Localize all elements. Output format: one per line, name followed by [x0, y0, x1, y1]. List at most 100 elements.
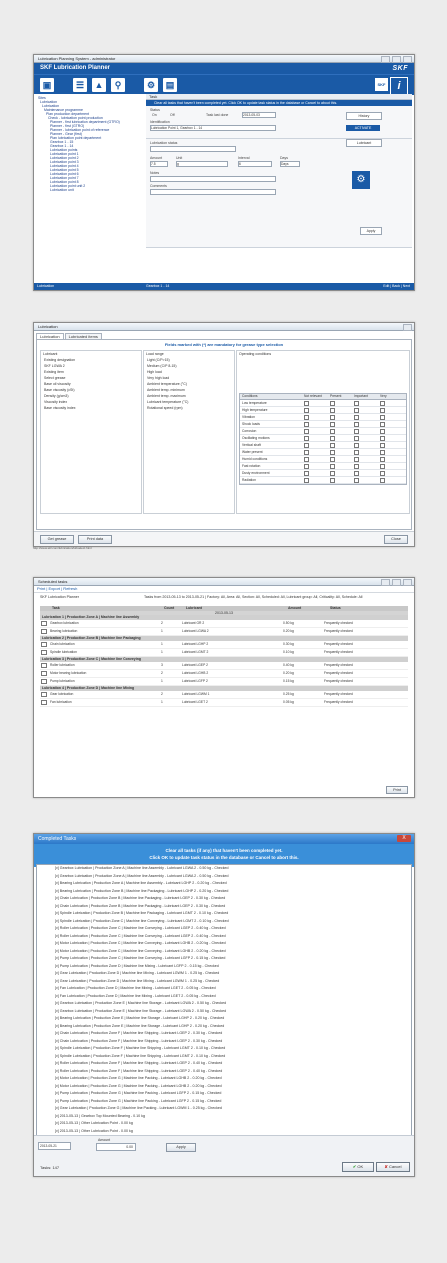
condition-checkbox[interactable]: [354, 442, 359, 448]
condition-checkbox[interactable]: [354, 435, 359, 441]
completed-task-line[interactable]: [v] Fan Lubrication | Production Zone D …: [37, 985, 411, 993]
condition-checkbox[interactable]: [304, 407, 309, 413]
condition-checkbox[interactable]: [380, 477, 385, 483]
condition-checkbox[interactable]: [380, 428, 385, 434]
completed-task-line[interactable]: [v] Bearing Lubrication | Production Zon…: [37, 888, 411, 896]
row-checkbox[interactable]: [41, 620, 47, 626]
completed-task-line[interactable]: [v] Bearing Lubrication | Production Zon…: [37, 1015, 411, 1023]
completed-task-line[interactable]: [v] Motor Lubrication | Production Zone …: [37, 948, 411, 956]
activate-button[interactable]: ACTIVATE: [346, 125, 380, 131]
completed-task-line[interactable]: [v] Chain Lubrication | Production Zone …: [37, 895, 411, 903]
completed-task-line[interactable]: [v] Motor Lubrication | Production Zone …: [37, 1075, 411, 1083]
condition-checkbox[interactable]: [380, 421, 385, 427]
row-checkbox[interactable]: [41, 628, 47, 634]
apply-button[interactable]: Apply: [166, 1143, 196, 1152]
completed-task-line[interactable]: [v] Roller Lubrication | Production Zone…: [37, 925, 411, 933]
completed-task-line[interactable]: [v] Motor Lubrication | Production Zone …: [37, 940, 411, 948]
list-icon[interactable]: ▤: [163, 78, 177, 92]
condition-checkbox[interactable]: [354, 421, 359, 427]
status-off-radio[interactable]: Off: [170, 113, 175, 117]
report-row[interactable]: Bearing lubrication 1 Lubricant LGWA 2 0.20…: [40, 628, 408, 636]
lubricant-row[interactable]: Base viscosity index: [41, 405, 141, 411]
condition-checkbox[interactable]: [354, 463, 359, 469]
site-tree[interactable]: Sites Lubrication Lubrication Maintenance p…: [34, 94, 147, 283]
days-field[interactable]: Days: [280, 161, 300, 167]
completed-task-line[interactable]: [v] Pump Lubrication | Production Zone C…: [37, 955, 411, 963]
report-row[interactable]: Spindle lubrication 1 Lubricant LGMT 2 0.10…: [40, 649, 408, 657]
maximize-button[interactable]: [392, 56, 401, 63]
date-field[interactable]: 2013-05-21: [38, 1142, 71, 1150]
condition-checkbox[interactable]: [330, 470, 335, 476]
report-row[interactable]: Roller lubrication 3 Lubricant LGEP 2 0.40 …: [40, 662, 408, 670]
get-grease-button[interactable]: Get grease: [40, 535, 74, 544]
completed-task-line[interactable]: [v] Fan Lubrication | Production Zone D …: [37, 993, 411, 1001]
cancel-button[interactable]: ✘ Cancel: [376, 1162, 410, 1172]
condition-checkbox[interactable]: [304, 449, 309, 455]
completed-task-line[interactable]: [v] 2013-05-13 | Gearbox Top Mounted Bea…: [37, 1113, 411, 1121]
condition-checkbox[interactable]: [330, 477, 335, 483]
completed-task-list[interactable]: [v] Gearbox Lubrication | Production Zon…: [36, 864, 412, 1138]
completed-task-line[interactable]: [v] Chain Lubrication | Production Zone …: [37, 1030, 411, 1038]
interval-field[interactable]: 6: [238, 161, 272, 167]
unit-field[interactable]: g: [176, 161, 228, 167]
apply-button[interactable]: Apply: [360, 227, 382, 235]
completed-task-line[interactable]: [v] Chain Lubrication | Production Zone …: [37, 903, 411, 911]
pin-icon[interactable]: ▲: [92, 78, 106, 92]
status-on-radio[interactable]: On: [152, 113, 157, 117]
task-last-done-field[interactable]: 2013-05-03: [242, 112, 276, 118]
completed-task-line[interactable]: [v] Gear Lubrication | Production Zone G…: [37, 1105, 411, 1113]
completed-task-line[interactable]: [v] Gear Lubrication | Production Zone D…: [37, 978, 411, 986]
load-row[interactable]: Rotational speed (rpm): [144, 405, 234, 411]
condition-checkbox[interactable]: [304, 463, 309, 469]
condition-checkbox[interactable]: [304, 477, 309, 483]
condition-checkbox[interactable]: [354, 400, 359, 406]
completed-task-line[interactable]: [v] Spindle Lubrication | Production Zon…: [37, 918, 411, 926]
lubricant-button[interactable]: Lubricant: [346, 139, 382, 147]
completed-task-line[interactable]: [v] Spindle Lubrication | Production Zon…: [37, 1053, 411, 1061]
condition-checkbox[interactable]: [304, 428, 309, 434]
completed-task-line[interactable]: [v] Bearing Lubrication | Production Zon…: [37, 880, 411, 888]
completed-task-line[interactable]: [v] Gearbox Lubrication | Production Zon…: [37, 873, 411, 881]
condition-checkbox[interactable]: [380, 470, 385, 476]
identification-field[interactable]: Lubrication Point 1, Gearbox 1 - 14: [150, 125, 276, 131]
row-checkbox[interactable]: [41, 662, 47, 668]
condition-checkbox[interactable]: [304, 442, 309, 448]
settings-icon[interactable]: ⚙: [144, 78, 158, 92]
completed-task-line[interactable]: [v] Gearbox Lubrication | Production Zon…: [37, 1000, 411, 1008]
condition-checkbox[interactable]: [304, 421, 309, 427]
row-checkbox[interactable]: [41, 641, 47, 647]
completed-task-line[interactable]: [v] Chain Lubrication | Production Zone …: [37, 1038, 411, 1046]
lubrication-status-field[interactable]: [150, 146, 236, 152]
report-toolbar[interactable]: Print | Export | Refresh: [34, 586, 414, 593]
condition-checkbox[interactable]: [304, 435, 309, 441]
condition-checkbox[interactable]: [380, 456, 385, 462]
completed-task-line[interactable]: [v] Pump Lubrication | Production Zone G…: [37, 1090, 411, 1098]
condition-checkbox[interactable]: [380, 414, 385, 420]
completed-task-line[interactable]: [v] 2013-05-13 | Other Lubrication Point…: [37, 1120, 411, 1128]
minimize-button[interactable]: [381, 579, 390, 586]
completed-task-line[interactable]: [v] Roller Lubrication | Production Zone…: [37, 933, 411, 941]
condition-checkbox[interactable]: [330, 456, 335, 462]
condition-checkbox[interactable]: [354, 428, 359, 434]
condition-checkbox[interactable]: [330, 414, 335, 420]
completed-task-line[interactable]: [v] Roller Lubrication | Production Zone…: [37, 1068, 411, 1076]
condition-checkbox[interactable]: [330, 421, 335, 427]
completed-task-line[interactable]: [v] Pump Lubrication | Production Zone D…: [37, 963, 411, 971]
condition-checkbox[interactable]: [380, 442, 385, 448]
report-row[interactable]: Fan lubrication 1 Lubricant LGET 2 0.05 kg F…: [40, 699, 408, 707]
row-checkbox[interactable]: [41, 649, 47, 655]
condition-checkbox[interactable]: [330, 407, 335, 413]
row-checkbox[interactable]: [41, 670, 47, 676]
completed-task-line[interactable]: [v] Roller Lubrication | Production Zone…: [37, 1060, 411, 1068]
completed-task-line[interactable]: [v] Gear Lubrication | Production Zone D…: [37, 970, 411, 978]
condition-checkbox[interactable]: [330, 449, 335, 455]
robot-icon[interactable]: ⚙: [352, 171, 370, 189]
close-icon[interactable]: X: [397, 835, 411, 842]
completed-task-line[interactable]: [v] Gearbox Lubrication | Production Zon…: [37, 1008, 411, 1016]
condition-checkbox[interactable]: [304, 470, 309, 476]
print-data-button[interactable]: Print data: [78, 535, 112, 544]
row-checkbox[interactable]: [41, 678, 47, 684]
report-row[interactable]: Motor bearing lubrication 2 Lubricant LGHB…: [40, 670, 408, 678]
condition-checkbox[interactable]: [380, 435, 385, 441]
minimize-button[interactable]: [381, 56, 390, 63]
